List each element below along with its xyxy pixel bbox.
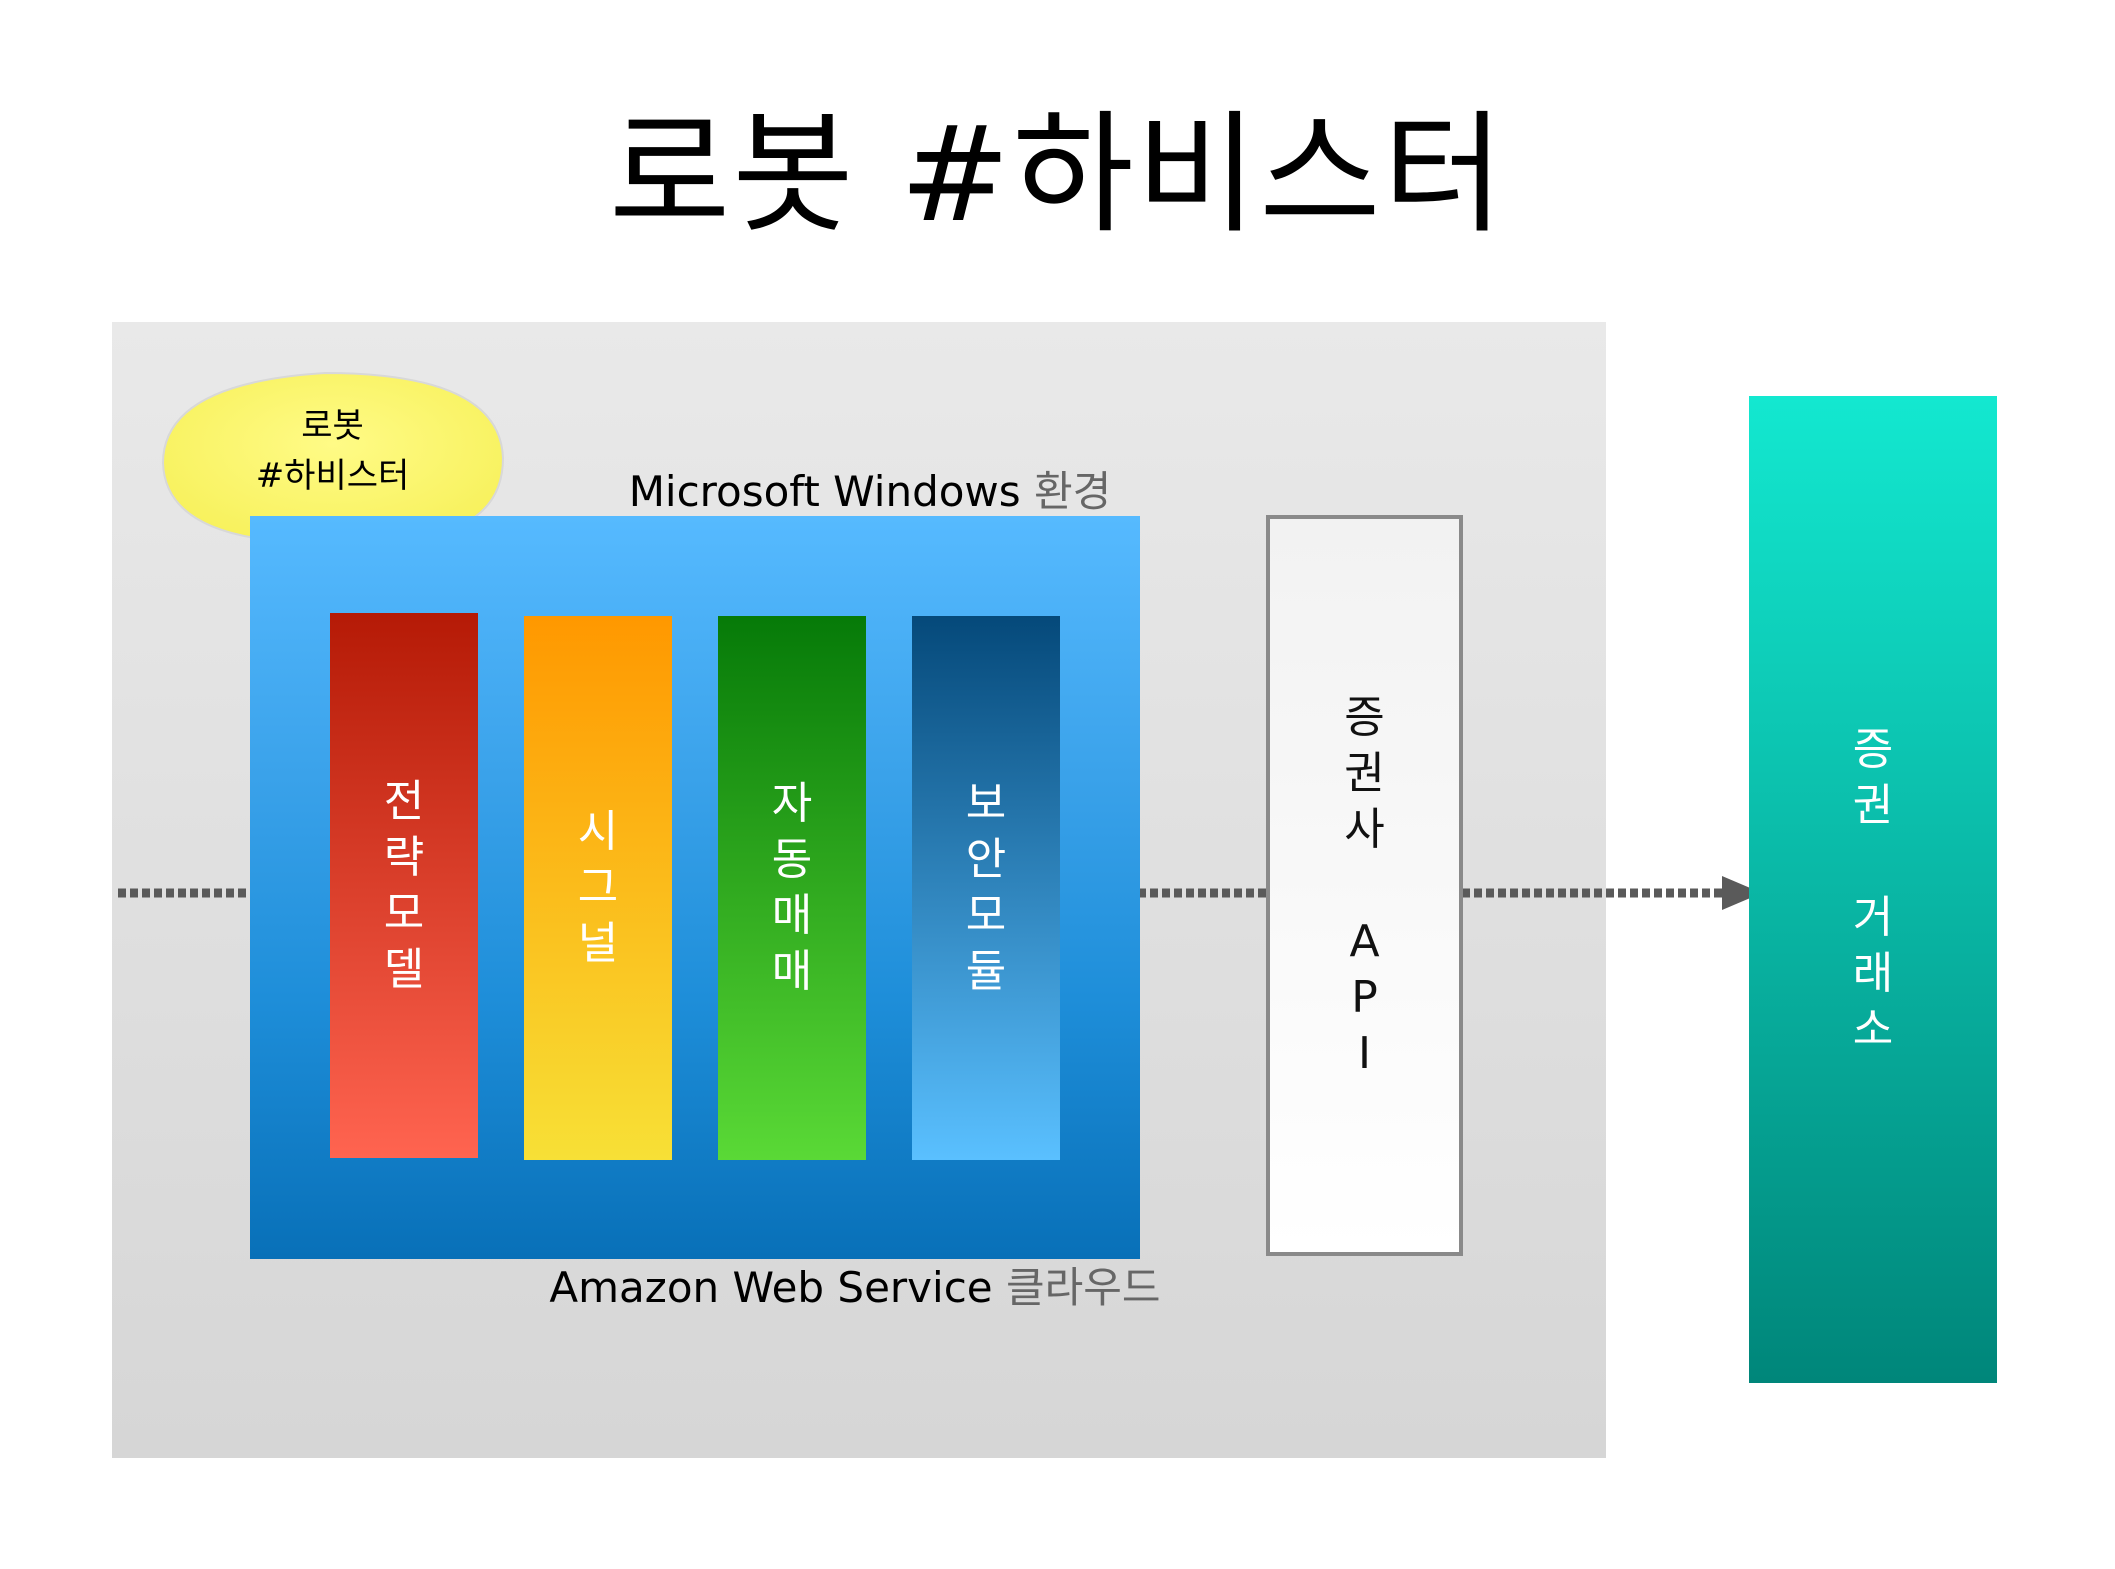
exchange-char: 권 xyxy=(1852,779,1894,831)
module-char: 모 xyxy=(383,887,425,939)
signal-module: 시 그 널 xyxy=(524,616,672,1160)
bubble-line-2: #하비스터 xyxy=(255,456,410,496)
broker-api-box: 증 권 사 A P I xyxy=(1266,515,1463,1256)
aws-label-en: Amazon Web Service xyxy=(549,1263,993,1312)
module-char: 매 xyxy=(771,890,813,941)
module-char: 매 xyxy=(771,946,813,997)
module-char: 동 xyxy=(771,834,813,885)
module-char: 전 xyxy=(383,775,425,827)
module-char: 보 xyxy=(965,778,1007,829)
aws-label-ko: 클라우드 xyxy=(1006,1263,1161,1312)
module-char: 듈 xyxy=(965,946,1007,997)
windows-label-ko: 환경 xyxy=(1034,467,1112,516)
exchange-char: 소 xyxy=(1852,1003,1894,1055)
module-char: 델 xyxy=(383,943,425,995)
module-char: 자 xyxy=(771,778,813,829)
module-char: 그 xyxy=(577,862,619,913)
api-char: A xyxy=(1349,915,1380,967)
strategy-model-module: 전 략 모 델 xyxy=(330,613,478,1158)
module-char: 략 xyxy=(383,831,425,883)
module-char: 시 xyxy=(577,806,619,857)
api-char: P xyxy=(1351,971,1378,1023)
exchange-char: 래 xyxy=(1852,947,1894,999)
aws-cloud-label: Amazon Web Service 클라우드 xyxy=(530,1262,1180,1314)
windows-environment-label: Microsoft Windows 환경 xyxy=(610,466,1130,518)
auto-trading-module: 자 동 매 매 xyxy=(718,616,866,1160)
api-char: 사 xyxy=(1344,803,1385,855)
api-char: I xyxy=(1358,1027,1371,1079)
exchange-char: 거 xyxy=(1852,891,1894,943)
api-char: 증 xyxy=(1344,691,1385,743)
api-char: 권 xyxy=(1344,747,1385,799)
module-char: 모 xyxy=(965,890,1007,941)
module-char: 널 xyxy=(577,918,619,969)
security-module: 보 안 모 듈 xyxy=(912,616,1060,1160)
stock-exchange-box: 증 권 거 래 소 xyxy=(1749,396,1997,1383)
windows-label-en: Microsoft Windows xyxy=(628,467,1021,516)
exchange-char: 증 xyxy=(1852,723,1894,775)
bubble-line-1: 로봇 xyxy=(301,406,364,446)
module-char: 안 xyxy=(965,834,1007,885)
